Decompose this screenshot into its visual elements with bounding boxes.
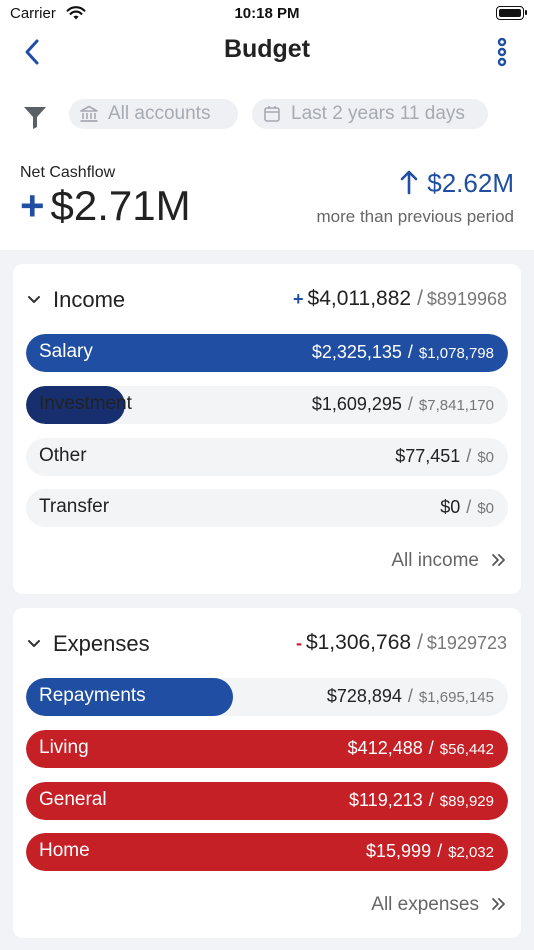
expense-item-amount: $15,999/$2,032 [366, 841, 494, 861]
income-item-actual: $2,325,135 [311, 342, 402, 362]
expenses-header[interactable]: Expenses - $1,306,768/$1929723 [13, 630, 521, 660]
net-cashflow-value: + $2.71M [20, 182, 191, 230]
arrow-up-icon [400, 170, 418, 195]
income-item-actual: $0 [440, 497, 461, 517]
header-panel: Carrier 10:18 PM Budget All accounts Las… [0, 0, 534, 250]
net-cashflow-amount: $2.71M [50, 182, 191, 229]
expense-item-actual: $412,488 [347, 738, 423, 758]
expense-item-label: Living [39, 737, 89, 758]
income-item-label: Other [39, 445, 87, 466]
net-cashflow-label: Net Cashflow [20, 164, 116, 181]
expense-item-budget: $89,929 [439, 793, 494, 810]
income-total: + $4,011,882/$8919968 [293, 287, 507, 310]
expenses-card: Expenses - $1,306,768/$1929723 Repayments… [13, 608, 521, 938]
cashflow-change-note: more than previous period [316, 207, 514, 226]
expense-item-actual: $728,894 [326, 686, 402, 706]
bank-icon [80, 105, 98, 122]
expense-item-actual: $119,213 [349, 790, 423, 810]
status-bar: Carrier 10:18 PM [0, 0, 534, 30]
double-chevron-right-icon [492, 554, 505, 566]
income-item-budget: $1,078,798 [418, 345, 494, 362]
all-income-link[interactable]: All income [391, 550, 507, 572]
income-row-salary[interactable]: Salary $2,325,135/$1,078,798 [26, 334, 508, 372]
expense-item-label: Repayments [39, 685, 146, 706]
cashflow-change: $2.62M [400, 168, 514, 199]
battery-icon [496, 6, 527, 20]
expense-item-label: Home [39, 840, 90, 861]
more-vertical-icon[interactable] [490, 38, 514, 68]
expenses-title: Expenses [53, 631, 150, 656]
income-item-budget: $0 [477, 449, 494, 466]
income-card: Income + $4,011,882/$8919968 Salary $2,32… [13, 264, 521, 594]
expense-item-amount: $119,213/$89,929 [349, 790, 494, 810]
expenses-sign: - [295, 633, 302, 653]
income-item-amount: $1,609,295/$7,841,170 [311, 394, 494, 414]
income-header[interactable]: Income + $4,011,882/$8919968 [13, 286, 521, 316]
expense-item-budget: $1,695,145 [418, 689, 494, 706]
income-item-label: Transfer [39, 496, 110, 517]
chevron-down-icon [28, 640, 40, 647]
accounts-filter-label: All accounts [108, 103, 211, 124]
income-item-amount: $0/$0 [440, 497, 494, 517]
income-row-investment[interactable]: Investment $1,609,295/$7,841,170 [26, 386, 508, 424]
expense-row-repayments[interactable]: Repayments $728,894/$1,695,145 [26, 678, 508, 716]
expenses-budget: $1929723 [426, 633, 507, 653]
calendar-icon [264, 106, 280, 122]
income-item-label: Salary [39, 341, 93, 362]
double-chevron-right-icon [492, 898, 505, 910]
income-item-amount: $2,325,135/$1,078,798 [311, 342, 494, 362]
income-total-amount: $4,011,882 [307, 287, 412, 310]
expenses-total: - $1,306,768/$1929723 [295, 631, 507, 654]
income-item-actual: $77,451 [395, 446, 461, 466]
income-item-budget: $7,841,170 [418, 397, 494, 414]
clock: 10:18 PM [234, 5, 300, 22]
expense-item-amount: $728,894/$1,695,145 [326, 686, 494, 706]
income-item-actual: $1,609,295 [311, 394, 402, 414]
period-filter[interactable]: Last 2 years 11 days [252, 99, 488, 129]
all-expenses-label: All expenses [371, 894, 479, 915]
page-title: Budget [223, 35, 311, 63]
income-item-amount: $77,451/$0 [395, 446, 494, 466]
income-row-other[interactable]: Other $77,451/$0 [26, 438, 508, 476]
expense-row-general[interactable]: General $119,213/$89,929 [26, 782, 508, 820]
income-sign: + [293, 289, 304, 309]
expense-item-budget: $2,032 [448, 844, 494, 861]
investment-label-text: Investment [39, 393, 132, 414]
income-item-label: Investment [39, 393, 132, 415]
all-income-label: All income [391, 550, 479, 571]
all-expenses-link[interactable]: All expenses [371, 894, 507, 916]
income-title: Income [53, 287, 126, 312]
expense-item-label: General [39, 789, 107, 810]
expense-row-living[interactable]: Living $412,488/$56,442 [26, 730, 508, 768]
expense-row-home[interactable]: Home $15,999/$2,032 [26, 833, 508, 871]
expense-item-budget: $56,442 [439, 741, 494, 758]
cashflow-change-value: $2.62M [427, 168, 514, 198]
expenses-total-amount: $1,306,768 [305, 631, 412, 654]
filter-icon[interactable] [22, 104, 48, 130]
accounts-filter[interactable]: All accounts [69, 99, 238, 129]
income-budget: $8919968 [426, 289, 507, 309]
expense-item-amount: $412,488/$56,442 [347, 738, 494, 758]
net-cashflow-sign: + [20, 182, 45, 229]
chevron-down-icon [28, 296, 40, 303]
period-filter-label: Last 2 years 11 days [291, 103, 465, 124]
income-item-budget: $0 [477, 500, 494, 517]
expense-item-actual: $15,999 [366, 841, 432, 861]
income-row-transfer[interactable]: Transfer $0/$0 [26, 489, 508, 527]
